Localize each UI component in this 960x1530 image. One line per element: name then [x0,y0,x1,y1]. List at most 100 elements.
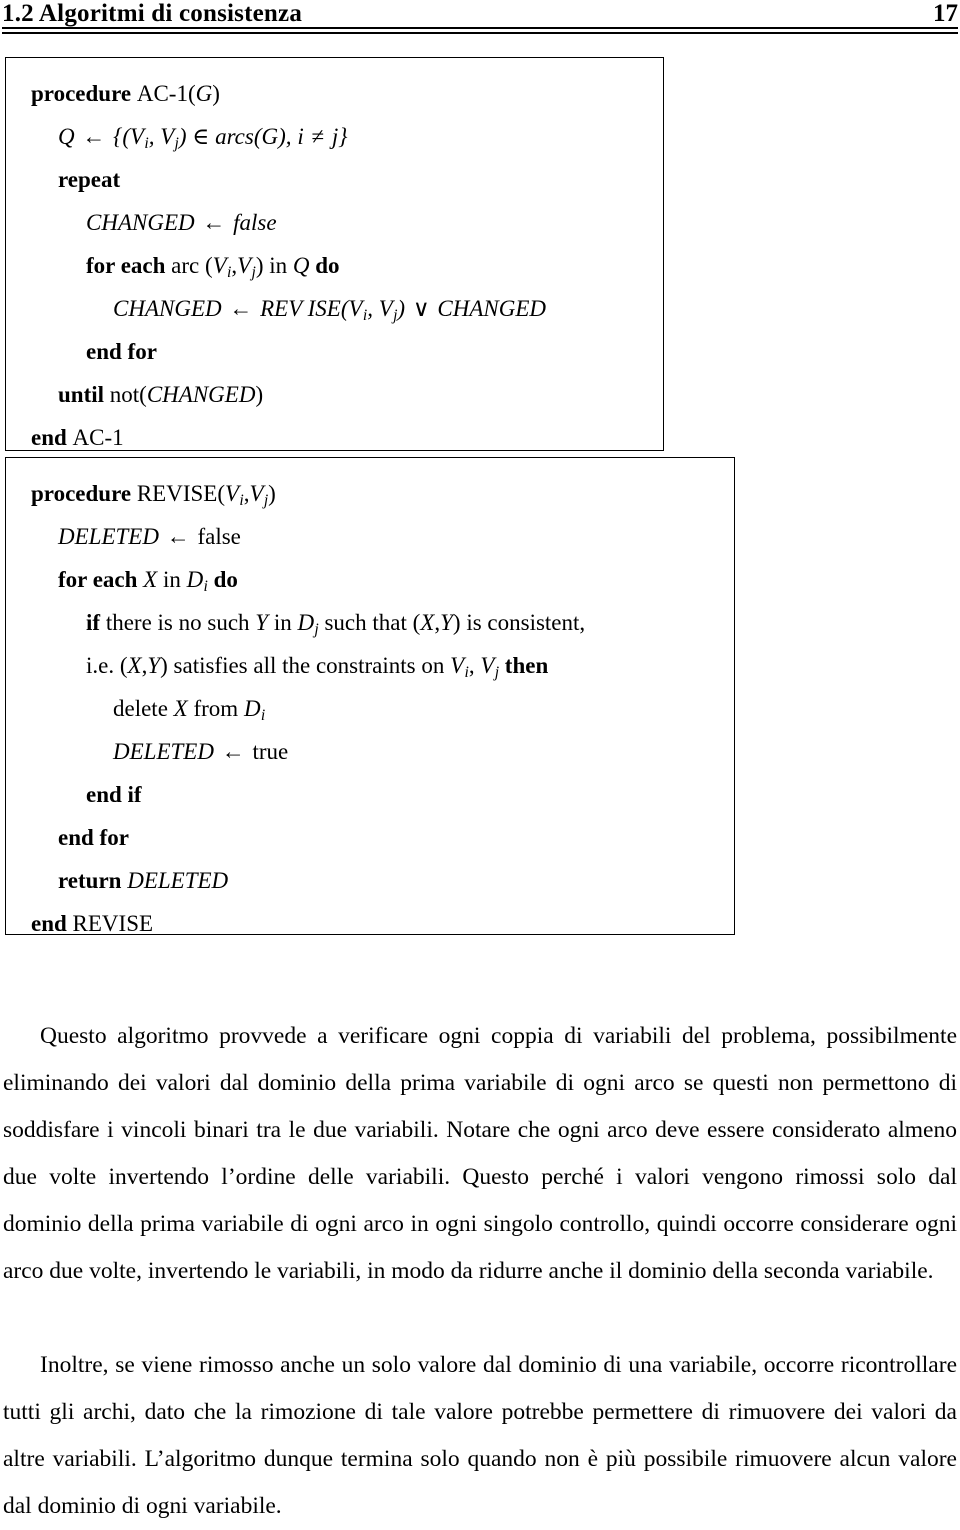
algorithm-box-revise: procedure REVISE(Vi,Vj) DELETED ← false fo… [5,457,735,936]
algorithm-token: X [127,653,142,678]
paragraph-block-1: Questo algoritmo provvede a verificare o… [3,1013,957,1295]
algorithm-lines-revise: procedure REVISE(Vi,Vj) DELETED ← false fo… [6,458,734,945]
algorithm-token: delete [113,696,174,721]
algorithm-token: Q [292,253,310,278]
algorithm-token: for each [58,567,144,592]
algorithm-token: X [143,567,158,592]
algorithm-token: ∨ [407,296,436,321]
algorithm-line: until not(CHANGED) [6,373,663,416]
algorithm-token: arcs [215,124,254,149]
algorithm-token: V [212,253,227,278]
algorithm-line: procedure AC-1(G) [6,72,663,115]
algorithm-token: ← [215,739,251,764]
algorithm-token: for each [86,253,172,278]
algorithm-line: procedure REVISE(Vi,Vj) [6,472,734,515]
algorithm-token: {( [113,124,130,149]
algorithm-token: } [338,124,348,149]
algorithm-token: V [237,253,252,278]
algorithm-token: REV ISE [260,296,341,321]
algorithm-token: in [269,253,293,278]
algorithm-token: until [58,382,110,407]
algorithm-token: i [260,707,266,725]
algorithm-line: DELETED ← true [6,730,734,773]
algorithm-token: V [480,653,495,678]
algorithm-token: D [243,696,261,721]
algorithm-token: end for [58,825,129,850]
algorithm-line: end AC-1 [6,416,663,459]
algorithm-token: ( [205,253,213,278]
algorithm-token: procedure [31,81,137,106]
algorithm-token: Y [440,610,453,635]
algorithm-line: CHANGED ← false [6,201,663,244]
algorithm-token: false [197,524,241,549]
algorithm-token: X [420,610,435,635]
algorithm-lines-ac-1: procedure AC-1(G) Q ← {(Vi, Vj) ∈ arcs(G)… [6,58,663,459]
algorithm-token: CHANGED [86,210,195,235]
page-number: 17 [933,0,958,27]
algorithm-token: DELETED [113,739,214,764]
algorithm-token: false [233,210,277,235]
algorithm-token: Q [58,124,75,149]
algorithm-token: end if [86,782,142,807]
algorithm-token: in [157,567,187,592]
algorithm-token: V [378,296,393,321]
algorithm-line: for each X in Di do [6,558,734,601]
algorithm-token: ← [196,210,232,235]
algorithm-line: end for [6,816,734,859]
algorithm-token: V [348,296,363,321]
algorithm-line: end if [6,773,734,816]
algorithm-token: AC-1( [136,81,196,106]
algorithm-token: ( [340,296,349,321]
algorithm-token: ) [212,81,220,106]
algorithm-line: return DELETED [6,859,734,902]
algorithm-token: return [58,868,128,893]
algorithm-line: if there is no such Y in Dj such that (X… [6,601,734,644]
algorithm-token: procedure [31,481,137,506]
algorithm-token: end [31,425,73,450]
algorithm-token: ) ∈ [178,124,216,149]
algorithm-token: repeat [58,167,121,192]
algorithm-token: ) satisfies all the constraints on [160,653,451,678]
algorithm-token: ) [255,382,264,407]
algorithm-token: DELETED [127,868,229,893]
algorithm-line: DELETED ← false [6,515,734,558]
algorithm-token: G [261,124,279,149]
algorithm-token: REVISE( [136,481,226,506]
algorithm-line: CHANGED ← REV ISE(Vi, Vj) ∨ CHANGED [6,287,663,330]
algorithm-token: in [268,610,298,635]
algorithm-token: there is no such [105,610,256,635]
algorithm-token: true [252,739,289,764]
algorithm-token: ← [160,524,196,549]
algorithm-token: V [249,481,264,506]
algorithm-token: V [225,481,240,506]
paragraph-block-2: Inoltre, se viene rimosso anche un solo … [3,1342,957,1530]
algorithm-line: for each arc (Vi,Vj) in Q do [6,244,663,287]
algorithm-token: ) [397,296,406,321]
algorithm-token: ≠ [305,124,330,149]
algorithm-line: i.e. (X, Y) satisfies all the constraints… [6,644,734,687]
algorithm-token: D [297,610,315,635]
algorithm-token: G [195,81,213,106]
algorithm-token: ) [255,253,270,278]
paragraph-2: Inoltre, se viene rimosso anche un solo … [3,1352,957,1519]
algorithm-token: i [297,124,304,149]
algorithm-token: arc [171,253,205,278]
algorithm-token: CHANGED [113,296,222,321]
algorithm-line: end REVISE [6,902,734,945]
algorithm-box-ac-1: procedure AC-1(G) Q ← {(Vi, Vj) ∈ arcs(G)… [5,57,664,451]
algorithm-token: Y [255,610,269,635]
algorithm-token: ← [223,296,259,321]
algorithm-token: not( [109,382,147,407]
algorithm-token: do [213,567,238,592]
algorithm-line: delete X from Di [6,687,734,730]
algorithm-line: end for [6,330,663,373]
algorithm-token: ), [278,124,298,149]
algorithm-token: AC-1 [72,425,124,450]
algorithm-token: ( [253,124,262,149]
header-rule-top [2,27,958,29]
algorithm-token: end for [86,339,157,364]
algorithm-token: X [173,696,188,721]
algorithm-token: ← [76,124,112,149]
algorithm-token: V [160,124,175,149]
algorithm-token: V [450,653,465,678]
